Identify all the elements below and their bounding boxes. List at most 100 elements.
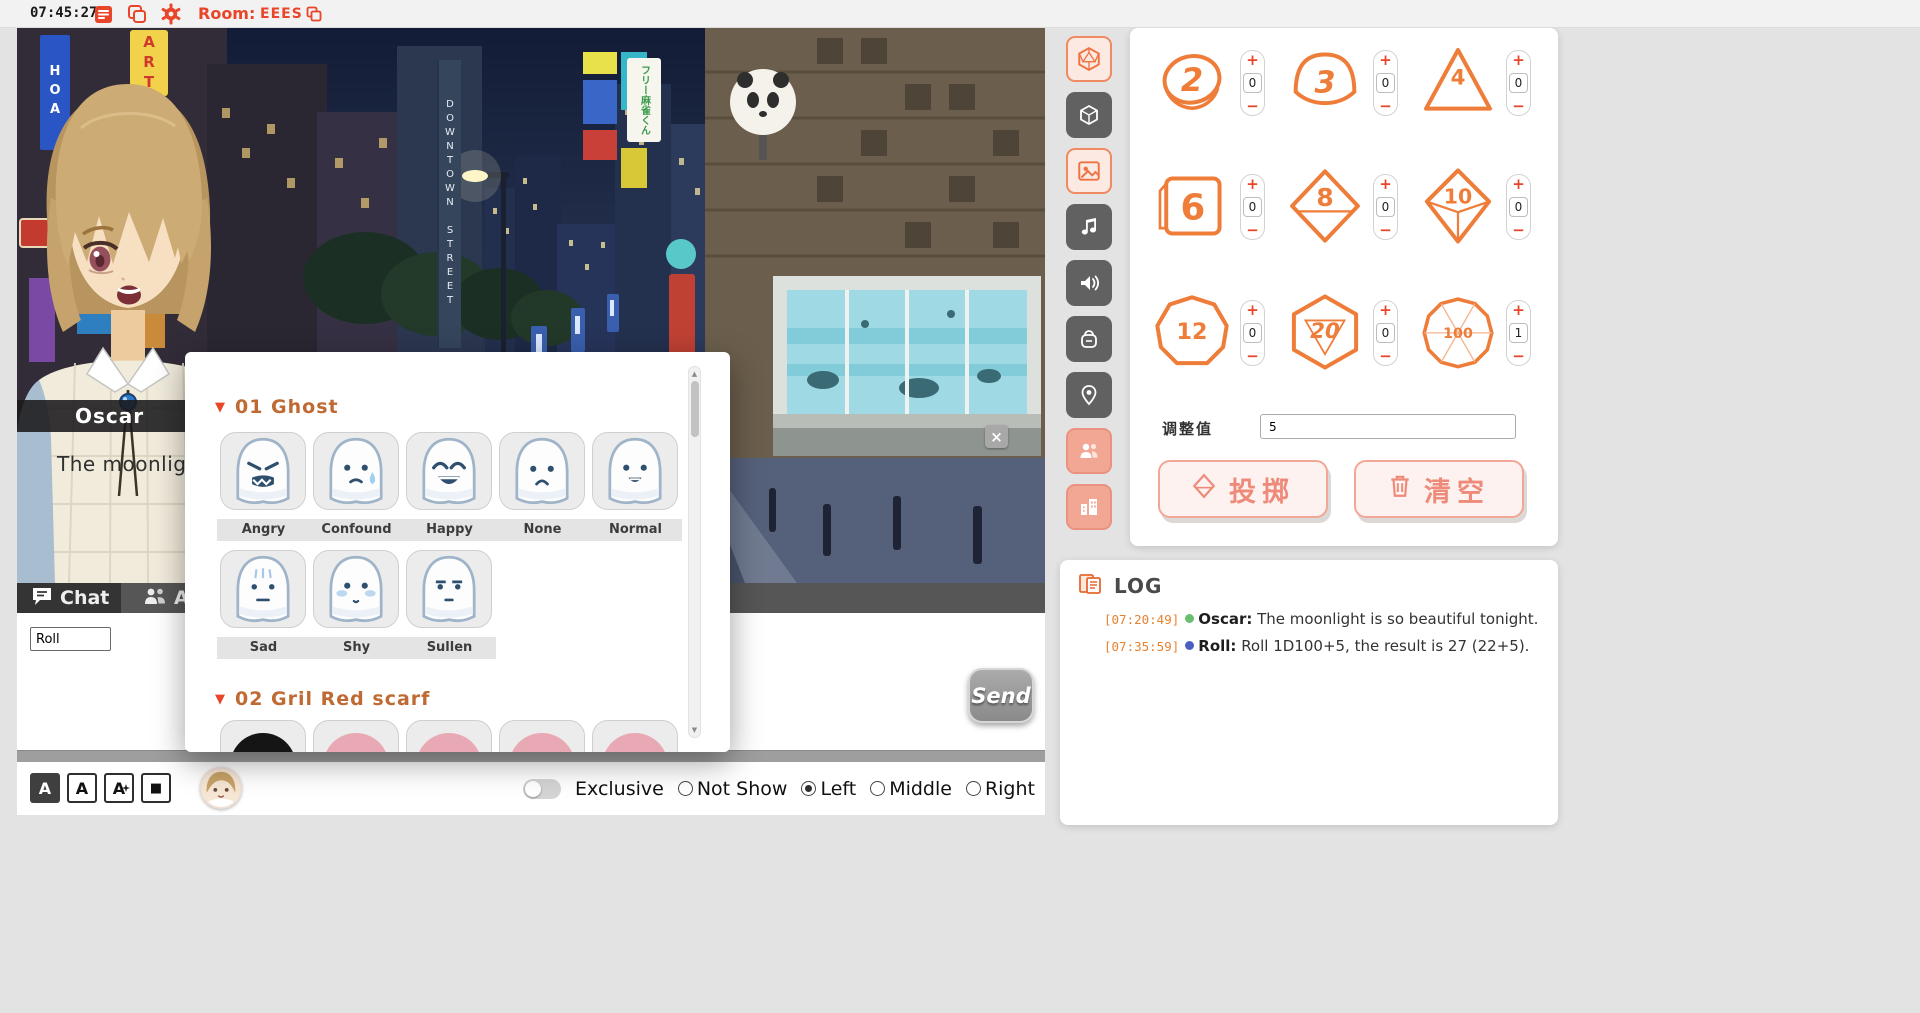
sidebar-custom-dice-tab[interactable] xyxy=(1066,92,1112,138)
plus-button[interactable]: + xyxy=(1512,53,1525,67)
minus-button[interactable]: − xyxy=(1512,349,1525,363)
toggle-knob xyxy=(525,781,541,797)
plus-button[interactable]: + xyxy=(1512,177,1525,191)
star-icon xyxy=(122,777,130,796)
plus-button[interactable]: + xyxy=(1512,303,1525,317)
settings-gear-icon[interactable] xyxy=(160,3,182,25)
die-d8[interactable]: 8 xyxy=(1285,166,1365,246)
radio-middle[interactable]: Middle xyxy=(870,778,952,800)
die-d4[interactable]: 4 xyxy=(1418,42,1498,122)
expression-sullen[interactable] xyxy=(406,550,492,628)
roll-dice-button[interactable]: 投掷 xyxy=(1158,460,1328,518)
minus-button[interactable]: − xyxy=(1512,223,1525,237)
log-speaker: Roll: xyxy=(1198,637,1236,655)
group-header-girl[interactable]: ▼ 02 Gril Red scarf xyxy=(215,688,430,710)
copy-room-icon[interactable] xyxy=(306,6,322,22)
plus-button[interactable]: + xyxy=(1379,53,1392,67)
text-style-outline-button[interactable]: A xyxy=(67,773,97,803)
minus-button[interactable]: − xyxy=(1379,223,1392,237)
log-entries: [07:20:49]Oscar: The moonlight is so bea… xyxy=(1104,606,1546,660)
sidebar-characters-tab[interactable] xyxy=(1066,428,1112,474)
minus-button[interactable]: − xyxy=(1246,223,1259,237)
minus-button[interactable]: − xyxy=(1379,99,1392,113)
sidebar-dice-tab[interactable] xyxy=(1066,36,1112,82)
chat-input[interactable] xyxy=(30,627,111,651)
die-d10[interactable]: 10 xyxy=(1418,166,1498,246)
stepper-d12: + 0 − xyxy=(1240,300,1265,366)
text-style-dark-button[interactable]: A xyxy=(30,773,60,803)
adjust-value-input[interactable] xyxy=(1260,414,1516,439)
log-text: Roll 1D100+5, the result is 27 (22+5). xyxy=(1241,637,1529,655)
die-d3[interactable]: 3 xyxy=(1285,42,1365,122)
svg-text:4: 4 xyxy=(1451,66,1466,91)
d100-count: 1 xyxy=(1509,323,1528,343)
d12-count: 0 xyxy=(1243,323,1262,343)
plus-button[interactable]: + xyxy=(1379,177,1392,191)
sidebar-inventory-tab[interactable] xyxy=(1066,316,1112,362)
d6-count: 0 xyxy=(1243,197,1262,217)
expression-thumb[interactable] xyxy=(592,720,678,752)
expression-thumb[interactable] xyxy=(406,720,492,752)
stepper-d8: + 0 − xyxy=(1373,174,1398,240)
plus-button[interactable]: + xyxy=(1379,303,1392,317)
die-d2[interactable]: 2 xyxy=(1152,42,1232,122)
d2-count: 0 xyxy=(1243,73,1262,93)
sidebar-scene-tab[interactable] xyxy=(1066,484,1112,530)
character-avatar[interactable] xyxy=(200,767,242,809)
popup-scrollbar[interactable]: ▲ ▼ xyxy=(688,366,701,738)
radio-circle xyxy=(870,781,885,796)
sidebar-background-tab[interactable] xyxy=(1066,148,1112,194)
expression-label: Happy xyxy=(403,519,496,541)
scroll-up-icon[interactable]: ▲ xyxy=(689,370,700,378)
tab-chat[interactable]: Chat xyxy=(17,583,121,613)
radio-not-show[interactable]: Not Show xyxy=(678,778,788,800)
plus-button[interactable]: + xyxy=(1246,303,1259,317)
expression-thumb[interactable] xyxy=(313,720,399,752)
bottom-toolbar: A A A ■ Exclusive Not Show Left xyxy=(17,762,1045,815)
send-button[interactable]: Send xyxy=(968,668,1034,723)
character-name: Oscar xyxy=(75,404,144,428)
top-bar: 07:45:27 Room: EEES xyxy=(0,0,1920,28)
exclusive-toggle[interactable] xyxy=(523,779,561,799)
minus-button[interactable]: − xyxy=(1246,99,1259,113)
minus-button[interactable]: − xyxy=(1246,349,1259,363)
expression-thumb[interactable] xyxy=(220,720,306,752)
die-d12[interactable]: 12 xyxy=(1152,292,1232,372)
sidebar-music-tab[interactable] xyxy=(1066,204,1112,250)
text-style-fancy-button[interactable]: A xyxy=(104,773,134,803)
text-style-square-button[interactable]: ■ xyxy=(141,773,171,803)
die-d100[interactable]: 100 xyxy=(1418,292,1498,372)
expression-sad[interactable] xyxy=(220,550,306,628)
die-d20[interactable]: 20 xyxy=(1285,292,1365,372)
plus-button[interactable]: + xyxy=(1246,177,1259,191)
minus-button[interactable]: − xyxy=(1512,99,1525,113)
sidebar-sound-tab[interactable] xyxy=(1066,260,1112,306)
expression-none[interactable] xyxy=(499,432,585,510)
expression-happy[interactable] xyxy=(406,432,492,510)
d4-count: 0 xyxy=(1509,73,1528,93)
room-label: Room: xyxy=(198,4,255,23)
sidebar-map-tab[interactable] xyxy=(1066,372,1112,418)
expression-confound[interactable] xyxy=(313,432,399,510)
scroll-down-icon[interactable]: ▼ xyxy=(689,726,700,734)
board-icon[interactable] xyxy=(92,3,114,25)
close-dialogue-button[interactable]: × xyxy=(985,425,1008,448)
clear-dice-button[interactable]: 清空 xyxy=(1354,460,1524,518)
group-header-ghost[interactable]: ▼ 01 Ghost xyxy=(215,396,339,418)
plus-button[interactable]: + xyxy=(1246,53,1259,67)
log-speaker: Oscar: xyxy=(1198,610,1252,628)
adjust-value-label: 调整值 xyxy=(1162,418,1213,439)
expression-normal[interactable] xyxy=(592,432,678,510)
expression-shy[interactable] xyxy=(313,550,399,628)
stepper-d20: + 0 − xyxy=(1373,300,1398,366)
panels-icon[interactable] xyxy=(126,3,148,25)
die-d6[interactable]: 6 xyxy=(1152,166,1232,246)
radio-right[interactable]: Right xyxy=(966,778,1035,800)
expression-angry[interactable] xyxy=(220,432,306,510)
scrollbar-thumb[interactable] xyxy=(691,381,699,437)
radio-left[interactable]: Left xyxy=(801,778,856,800)
stepper-d2: + 0 − xyxy=(1240,50,1265,116)
expression-thumb[interactable] xyxy=(499,720,585,752)
thumb-face xyxy=(602,733,668,752)
minus-button[interactable]: − xyxy=(1379,349,1392,363)
